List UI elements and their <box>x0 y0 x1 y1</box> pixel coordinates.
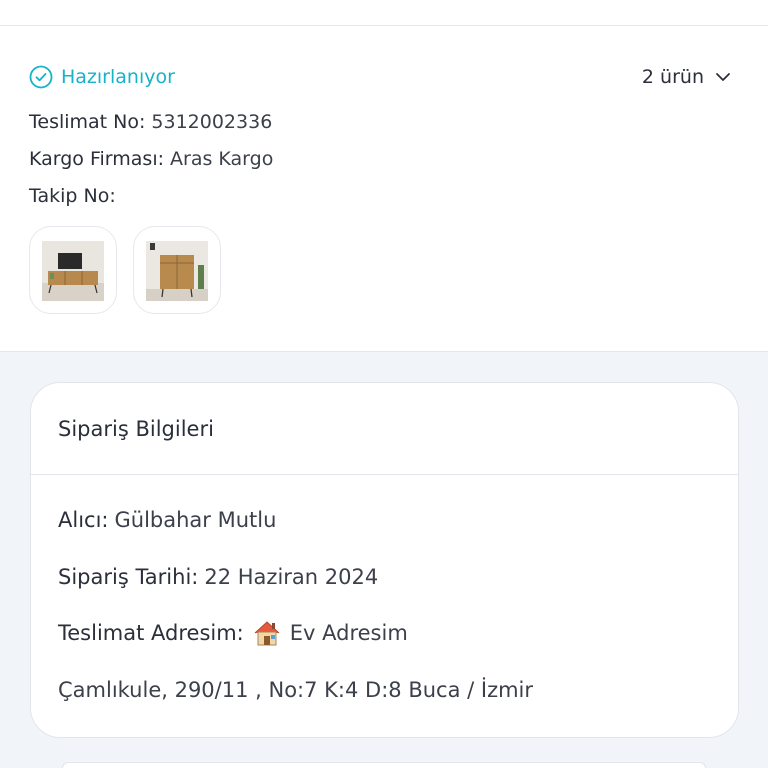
product-thumbnail-cabinet[interactable] <box>133 226 221 314</box>
carrier-label: Kargo Firması: <box>29 148 165 170</box>
delivery-no-row: Teslimat No: 5312002336 <box>29 111 272 133</box>
product-thumbnail-tv-stand[interactable] <box>29 226 117 314</box>
order-date-value: 22 Haziran 2024 <box>204 565 379 589</box>
check-circle-icon <box>29 65 53 89</box>
order-info-header: Sipariş Bilgileri <box>31 383 738 475</box>
recipient-value: Gülbahar Mutlu <box>114 508 277 532</box>
cabinet-image <box>146 241 208 301</box>
house-icon <box>254 621 280 646</box>
shipment-card: Hazırlanıyor 2 ürün Teslimat No: 53120023… <box>0 26 768 352</box>
delivery-no-value: 5312002336 <box>151 111 273 133</box>
order-info-title: Sipariş Bilgileri <box>58 416 214 441</box>
order-date-row: Sipariş Tarihi: 22 Haziran 2024 <box>58 565 378 589</box>
order-info-card: Sipariş Bilgileri Alıcı: Gülbahar Mutlu S… <box>30 382 739 738</box>
shipment-status: Hazırlanıyor <box>29 65 175 89</box>
carrier-row: Kargo Firması: Aras Kargo <box>29 148 273 170</box>
item-count-toggle[interactable]: 2 ürün <box>642 66 732 88</box>
recipient-row: Alıcı: Gülbahar Mutlu <box>58 508 276 532</box>
tv-stand-image <box>42 241 104 301</box>
chevron-down-icon <box>716 73 730 81</box>
item-count-label: 2 ürün <box>641 66 704 88</box>
address-text: Çamlıkule, 290/11 , No:7 K:4 D:8 Buca / … <box>58 678 534 702</box>
order-date-label: Sipariş Tarihi: <box>58 565 199 589</box>
delivery-address-label: Teslimat Adresim: <box>58 621 244 645</box>
delivery-address-line: Çamlıkule, 290/11 , No:7 K:4 D:8 Buca / … <box>58 678 533 702</box>
next-card-edge <box>62 762 706 768</box>
delivery-address-name: Ev Adresim <box>289 621 408 645</box>
delivery-no-label: Teslimat No: <box>29 111 146 133</box>
delivery-address-row: Teslimat Adresim: Ev Adresim <box>58 618 408 648</box>
status-label: Hazırlanıyor <box>61 66 175 88</box>
top-bar <box>0 0 768 26</box>
tracking-row: Takip No: <box>29 185 122 207</box>
tracking-label: Takip No: <box>29 185 116 207</box>
recipient-label: Alıcı: <box>58 508 109 532</box>
carrier-value: Aras Kargo <box>170 148 274 170</box>
